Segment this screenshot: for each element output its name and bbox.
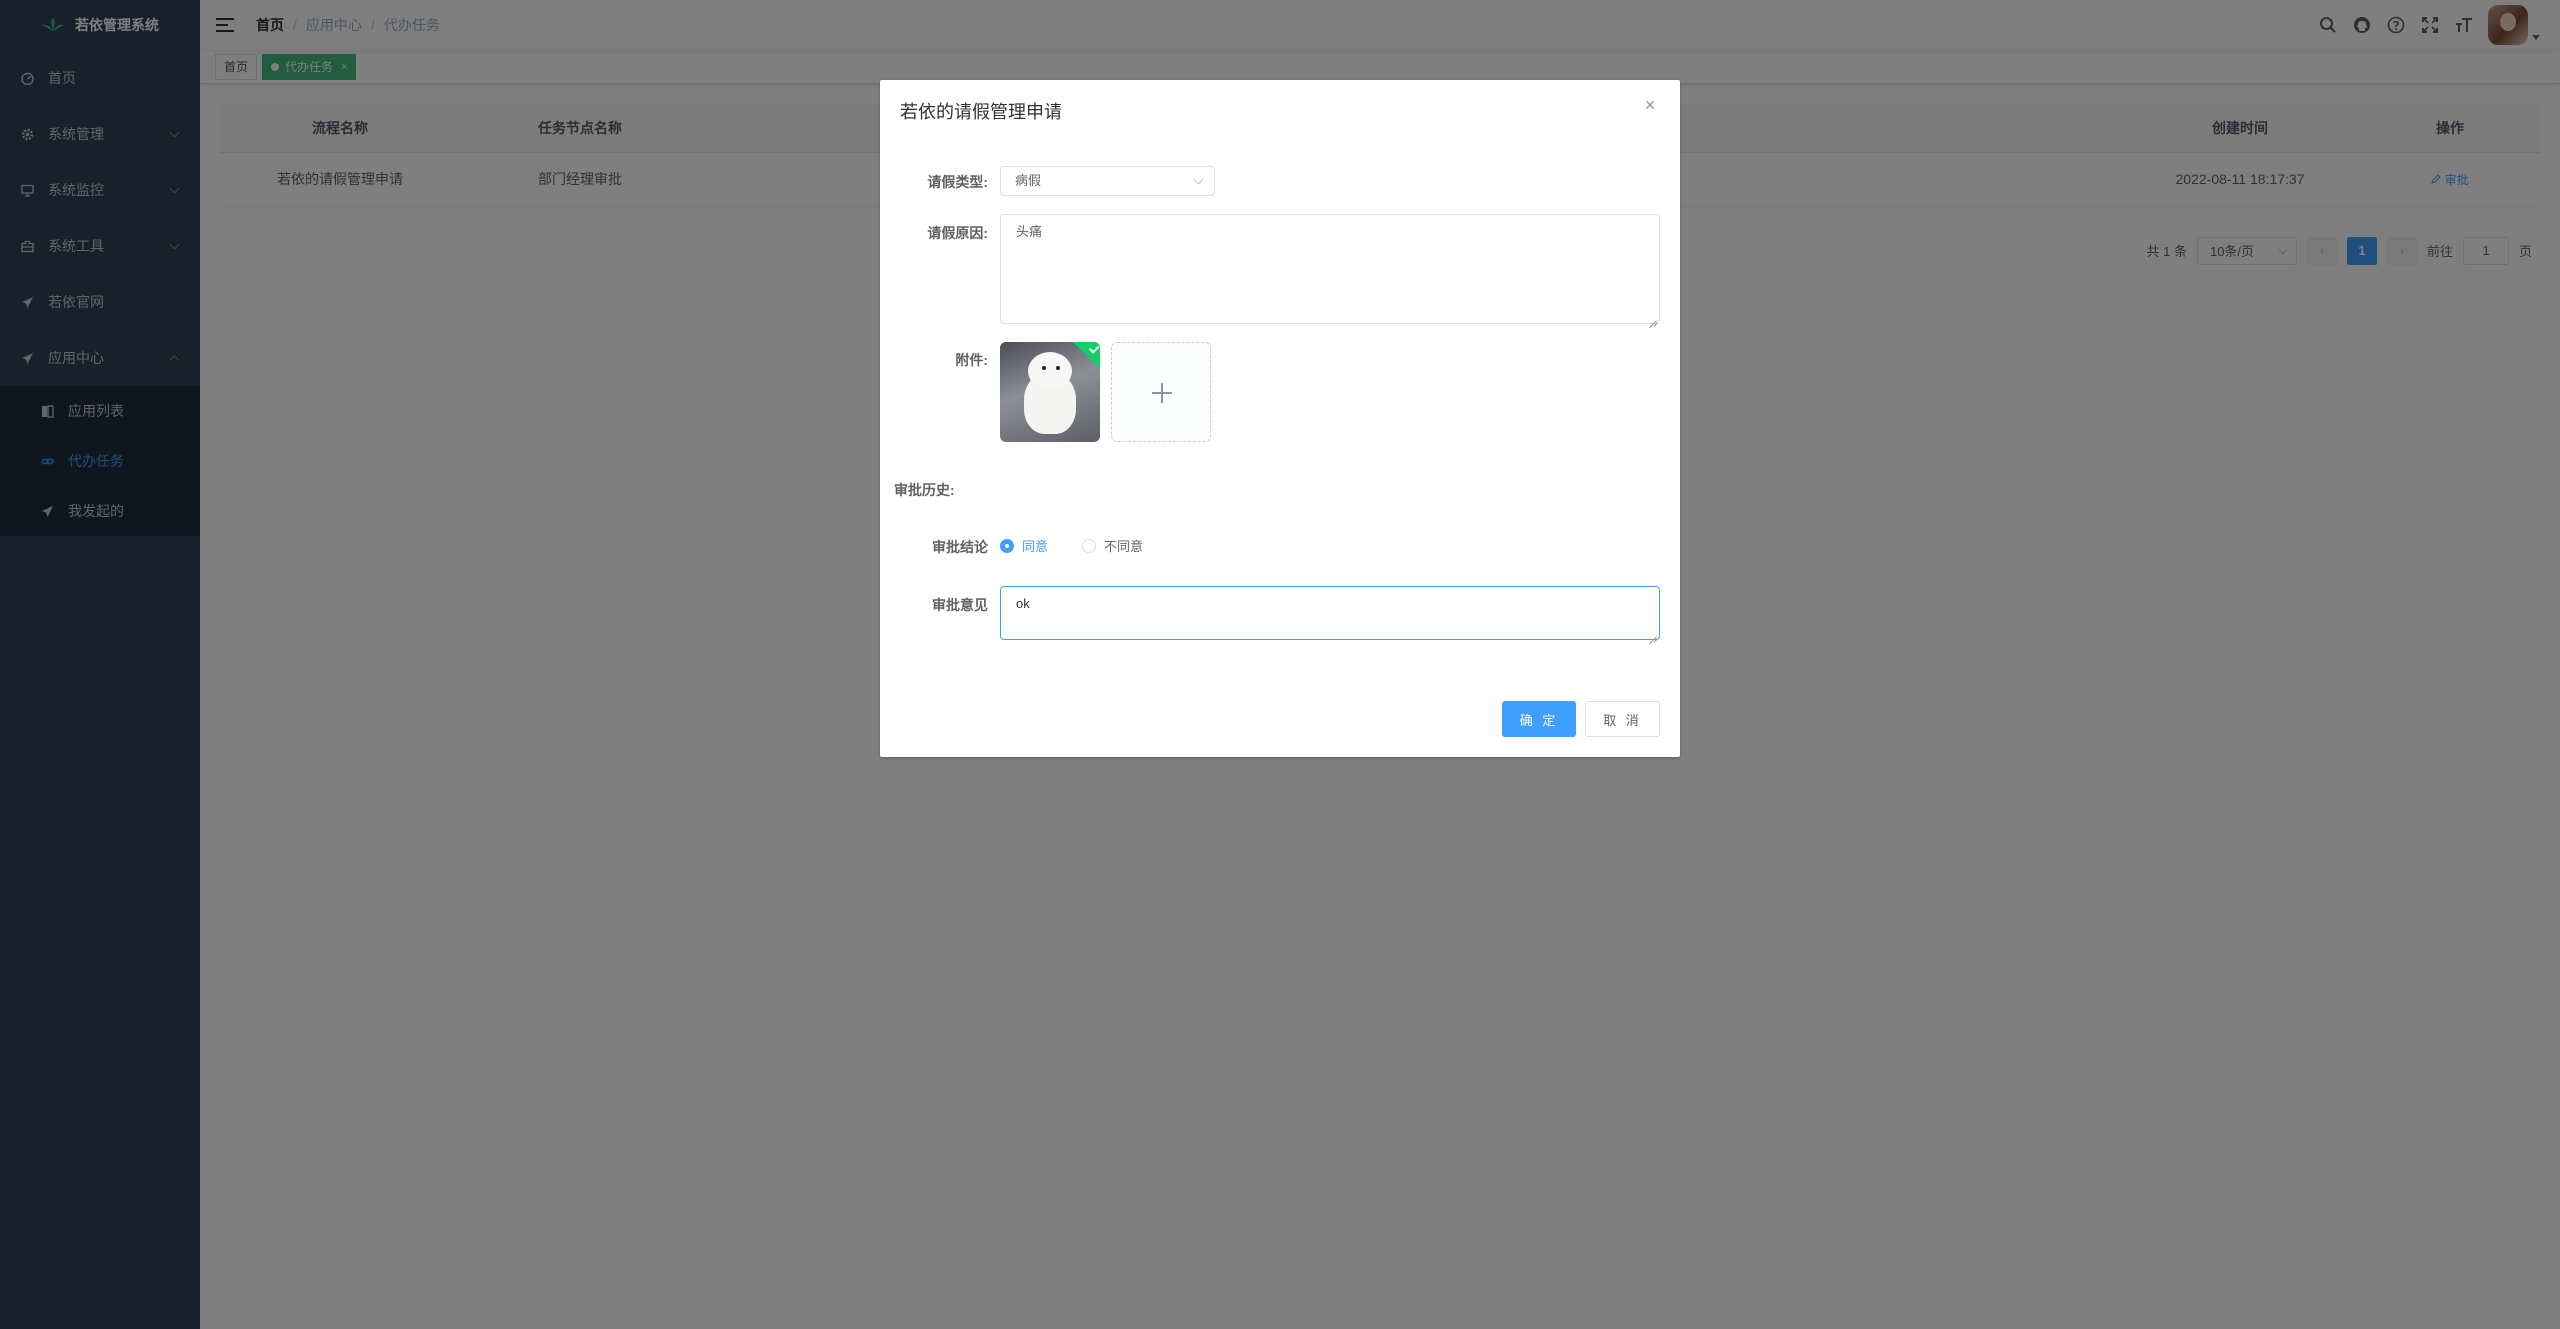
radio-agree[interactable]: 同意: [1000, 536, 1048, 555]
attachment-thumbnail[interactable]: [1000, 342, 1100, 442]
reason-value: 头痛: [1016, 224, 1043, 239]
opinion-value: ok: [1016, 596, 1030, 611]
resize-handle-icon[interactable]: [1649, 629, 1657, 637]
reason-label: 请假原因:: [927, 225, 988, 241]
reason-textarea[interactable]: 头痛: [1000, 214, 1660, 324]
attachment-label: 附件:: [955, 352, 988, 368]
opinion-textarea[interactable]: ok: [1000, 586, 1660, 640]
leave-type-select[interactable]: 病假: [1000, 166, 1215, 196]
upload-success-badge: [1073, 342, 1100, 371]
resize-handle-icon[interactable]: [1649, 313, 1657, 321]
bear-head: [1028, 352, 1072, 390]
radio-disagree-label: 不同意: [1104, 539, 1144, 554]
check-icon: [1088, 343, 1100, 354]
plus-icon-vertical: [1161, 383, 1163, 403]
approval-dialog: 若依的请假管理申请 × 请假类型: 病假 请假原因: 头痛 附件: 审批历史: …: [880, 80, 1680, 757]
leave-type-value: 病假: [1015, 173, 1042, 188]
bear-eye: [1056, 366, 1060, 370]
close-icon[interactable]: ×: [1642, 96, 1658, 114]
radio-circle: [1082, 538, 1096, 553]
conclusion-label: 审批结论: [932, 539, 988, 555]
radio-circle: [1000, 538, 1014, 553]
upload-button[interactable]: [1111, 342, 1211, 442]
cancel-button[interactable]: 取 消: [1585, 701, 1660, 737]
opinion-label: 审批意见: [932, 597, 988, 613]
radio-disagree[interactable]: 不同意: [1082, 536, 1143, 555]
chevron-down-icon: [1193, 174, 1204, 185]
leave-type-label: 请假类型:: [927, 174, 988, 190]
confirm-button[interactable]: 确 定: [1502, 701, 1576, 737]
dialog-title: 若依的请假管理申请: [900, 102, 1062, 122]
radio-agree-label: 同意: [1022, 539, 1049, 554]
bear-eye: [1042, 366, 1046, 370]
history-label: 审批历史:: [894, 482, 955, 498]
